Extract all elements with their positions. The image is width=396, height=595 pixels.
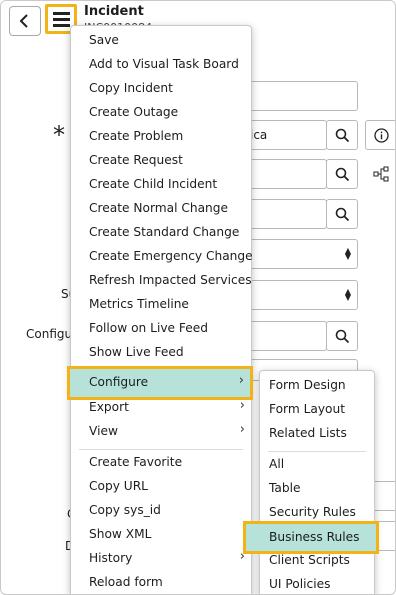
info-button[interactable] — [365, 120, 395, 150]
lookup-search-button[interactable] — [326, 321, 358, 351]
submenu-item-business-rules-label: Business Rules — [269, 530, 360, 544]
menu-item-export[interactable]: Export — [89, 400, 129, 414]
menu-item-create-request[interactable]: Create Request — [89, 153, 183, 167]
submenu-item-security-rules[interactable]: Security Rules — [269, 505, 356, 519]
menu-divider — [268, 451, 366, 452]
back-button[interactable] — [9, 6, 41, 36]
menu-item-show-live-feed[interactable]: Show Live Feed — [89, 345, 184, 359]
menu-item-follow-on-live-feed[interactable]: Follow on Live Feed — [89, 321, 208, 335]
form-field[interactable] — [241, 321, 327, 351]
menu-divider — [79, 449, 243, 450]
menu-item-history[interactable]: History — [89, 551, 132, 565]
menu-item-show-xml[interactable]: Show XML — [89, 527, 151, 541]
dependency-map-button[interactable] — [365, 159, 395, 189]
menu-item-add-to-visual-task-board[interactable]: Add to Visual Task Board — [89, 57, 239, 71]
lookup-search-button[interactable] — [326, 159, 358, 189]
menu-item-create-problem[interactable]: Create Problem — [89, 129, 183, 143]
submenu-item-ui-policies[interactable]: UI Policies — [269, 577, 330, 591]
form-field[interactable] — [241, 81, 358, 111]
select-field[interactable]: ▲ ▼ — [241, 239, 358, 269]
menu-item-copy-sys-id[interactable]: Copy sys_id — [89, 503, 161, 517]
menu-item-configure[interactable]: Configure › — [67, 366, 253, 400]
form-field[interactable] — [241, 159, 327, 189]
select-field[interactable]: ▲ ▼ — [241, 280, 358, 310]
form-field[interactable] — [241, 199, 327, 229]
search-icon — [335, 167, 350, 182]
select-caret-icon: ▲ ▼ — [344, 287, 351, 302]
submenu-item-table[interactable]: Table — [269, 481, 301, 495]
menu-item-refresh-impacted-services[interactable]: Refresh Impacted Services — [89, 273, 252, 287]
submenu-item-business-rules[interactable]: Business Rules — [243, 521, 379, 554]
chevron-right-icon: › — [239, 422, 245, 437]
menu-item-create-emergency-change[interactable]: Create Emergency Change — [89, 249, 253, 263]
menu-item-copy-incident[interactable]: Copy Incident — [89, 81, 173, 95]
chevron-right-icon: › — [238, 373, 244, 388]
caller-search-button[interactable] — [326, 120, 358, 150]
chevron-right-icon: › — [239, 398, 245, 413]
search-icon — [335, 128, 350, 143]
submenu-item-client-scripts[interactable]: Client Scripts — [269, 553, 350, 567]
menu-item-configure-label: Configure — [89, 375, 149, 389]
submenu-item-form-design[interactable]: Form Design — [269, 378, 346, 392]
info-icon — [374, 128, 389, 143]
required-marker: * — [53, 121, 65, 149]
app-frame: Incident INC0010084 * ica ▲▼ Su ▲▼ Confi… — [0, 0, 396, 595]
submenu-item-all[interactable]: All — [269, 457, 284, 471]
menu-item-save[interactable]: Save — [89, 33, 119, 47]
chevron-left-icon — [19, 14, 28, 28]
configure-submenu: Form Design Form Layout Related Lists Al… — [243, 370, 379, 594]
menu-item-create-child-incident[interactable]: Create Child Incident — [89, 177, 217, 191]
menu-item-create-outage[interactable]: Create Outage — [89, 105, 178, 119]
hierarchy-icon — [373, 166, 389, 182]
menu-item-view[interactable]: View — [89, 424, 118, 438]
context-menu: Save Add to Visual Task Board Copy Incid… — [67, 25, 253, 594]
caller-field[interactable]: ica — [241, 120, 327, 150]
menu-item-copy-url[interactable]: Copy URL — [89, 479, 148, 493]
search-icon — [335, 329, 350, 344]
menu-item-create-favorite[interactable]: Create Favorite — [89, 455, 182, 469]
search-icon — [335, 207, 350, 222]
menu-item-metrics-timeline[interactable]: Metrics Timeline — [89, 297, 189, 311]
form-title: Incident — [84, 4, 144, 19]
menu-item-create-standard-change[interactable]: Create Standard Change — [89, 225, 239, 239]
select-caret-icon: ▲ ▼ — [344, 246, 351, 261]
caller-value: ica — [250, 128, 268, 142]
field-label: Configu — [26, 327, 73, 341]
submenu-item-related-lists[interactable]: Related Lists — [269, 426, 347, 440]
lookup-search-button[interactable] — [326, 199, 358, 229]
menu-item-create-normal-change[interactable]: Create Normal Change — [89, 201, 228, 215]
menu-item-reload-form[interactable]: Reload form — [89, 575, 163, 589]
submenu-item-form-layout[interactable]: Form Layout — [269, 402, 345, 416]
